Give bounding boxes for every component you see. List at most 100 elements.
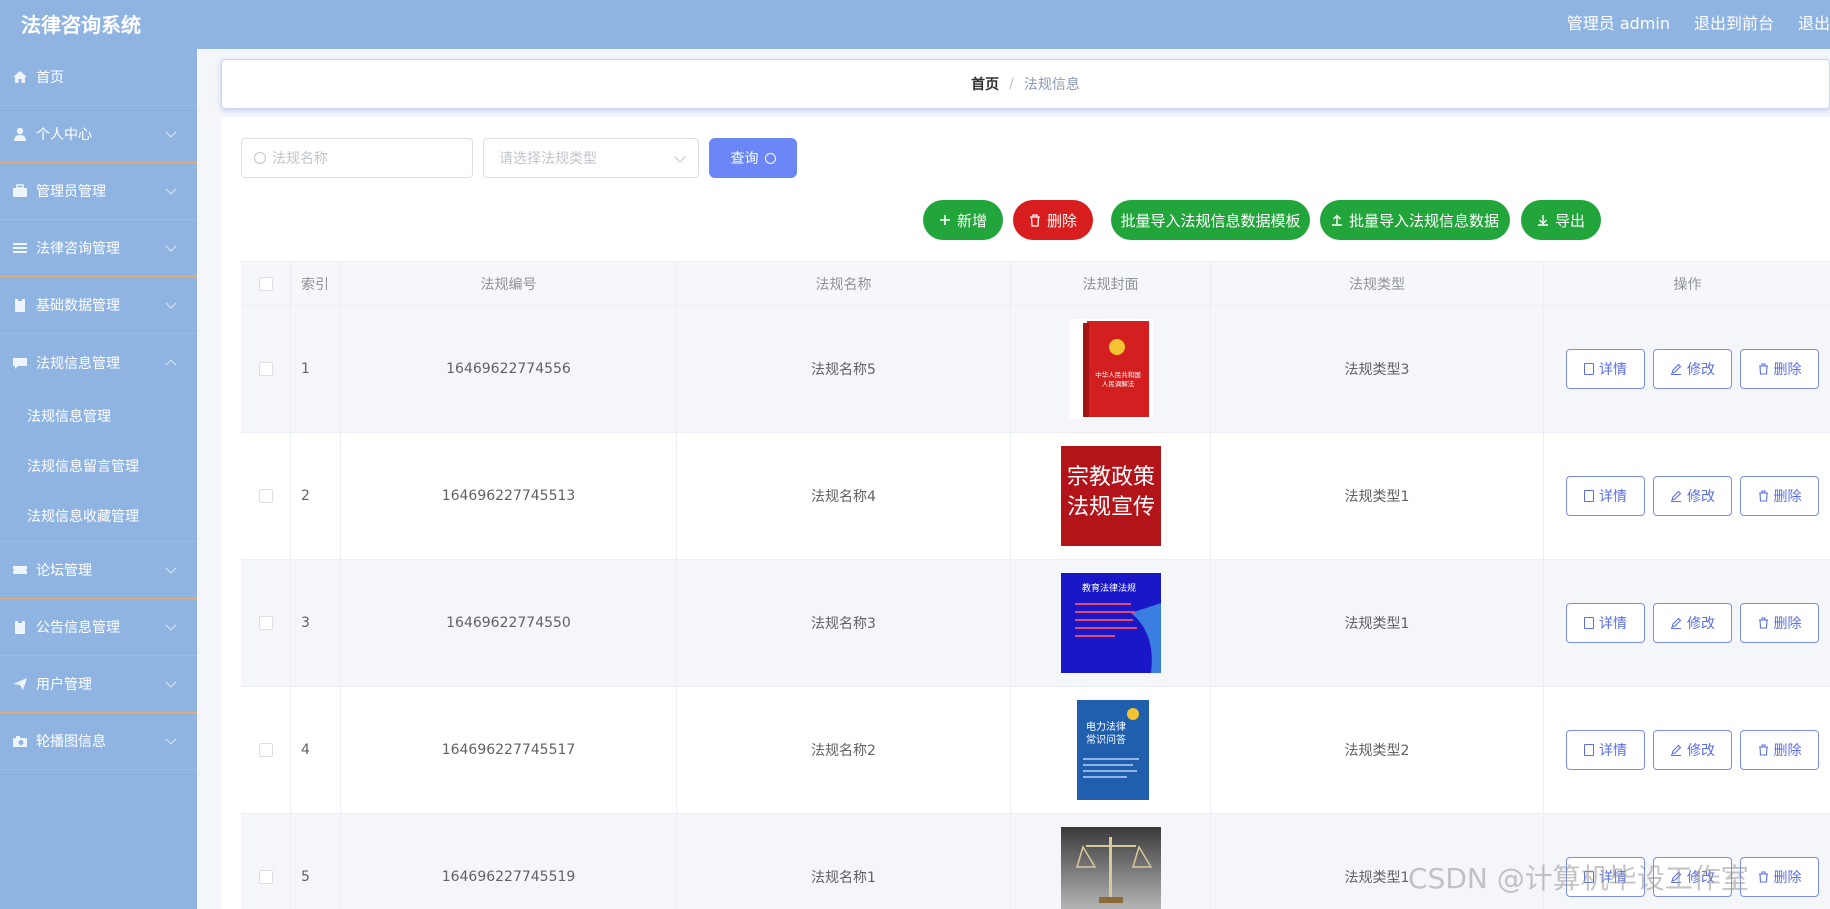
row-checkbox[interactable]: [258, 489, 273, 503]
cover-image[interactable]: 中华人民共和国 人民调解法: [1061, 319, 1161, 419]
edit-label: 修改: [1687, 743, 1715, 759]
sidebar-item-carousel[interactable]: 轮播图信息: [0, 713, 197, 770]
row-checkbox[interactable]: [258, 616, 273, 630]
sidebar-item-forum[interactable]: 论坛管理: [0, 542, 197, 599]
cover-line-1: 宗教政策: [1066, 465, 1154, 490]
import-data-button[interactable]: 批量导入法规信息数据: [1320, 200, 1510, 240]
select-placeholder: 请选择法规类型: [499, 151, 597, 167]
row-index: 1: [291, 306, 341, 432]
row-checkbox[interactable]: [258, 362, 273, 376]
delete-button[interactable]: 删除: [1013, 200, 1093, 240]
cover-title-top: 中华人民共和国: [1095, 370, 1141, 379]
sidebar-item-personal-center[interactable]: 个人中心: [0, 106, 197, 163]
sidebar-subitem-regulation-favorites[interactable]: 法规信息收藏管理: [0, 491, 197, 541]
header-select-all[interactable]: [241, 262, 291, 305]
query-button-label: 查询: [730, 151, 759, 167]
document-icon: [1584, 617, 1594, 629]
row-index: 2: [291, 433, 341, 559]
edit-button[interactable]: 修改: [1653, 476, 1732, 516]
chevron-down-icon: [165, 619, 177, 631]
select-all-checkbox[interactable]: [258, 276, 273, 291]
sidebar-item-home[interactable]: 首页: [0, 49, 197, 106]
row-checkbox[interactable]: [258, 870, 273, 884]
header-name: 法规名称: [677, 262, 1011, 305]
sidebar-item-regulations[interactable]: 法规信息管理: [0, 334, 197, 391]
sidebar-item-label: 公告信息管理: [36, 620, 120, 636]
regulation-name-search-input[interactable]: 法规名称: [241, 138, 473, 178]
search-icon: [764, 152, 776, 164]
top-right-links: 管理员 admin 退出到前台 退出: [1567, 10, 1830, 34]
edit-button[interactable]: 修改: [1653, 730, 1732, 770]
delete-label: 删除: [1773, 362, 1802, 378]
camera-icon: [13, 736, 27, 747]
detail-button[interactable]: 详情: [1566, 603, 1645, 643]
chevron-down-icon: [165, 183, 177, 195]
query-button[interactable]: 查询: [709, 138, 797, 178]
document-icon: [1584, 744, 1594, 756]
cover-image[interactable]: 宗教政策 法规宣传: [1060, 446, 1161, 546]
detail-button[interactable]: 详情: [1566, 476, 1645, 516]
row-delete-button[interactable]: 删除: [1740, 730, 1819, 770]
briefcase-icon: [13, 184, 27, 197]
plus-icon: [939, 215, 950, 225]
cover-image[interactable]: 教育法律法规: [1060, 573, 1161, 673]
row-delete-button[interactable]: 删除: [1740, 476, 1819, 516]
detail-button[interactable]: 详情: [1566, 730, 1645, 770]
row-delete-button[interactable]: 删除: [1740, 857, 1819, 897]
row-delete-button[interactable]: 删除: [1740, 349, 1819, 389]
trash-icon: [1029, 213, 1040, 227]
export-button[interactable]: 导出: [1521, 200, 1601, 240]
sidebar-item-label: 个人中心: [36, 127, 92, 143]
red-book-cover-image: 中华人民共和国 人民调解法: [1068, 319, 1153, 419]
detail-button[interactable]: 详情: [1566, 349, 1645, 389]
add-button[interactable]: 新增: [923, 200, 1003, 240]
header-code: 法规编号: [341, 262, 677, 305]
regulation-type-select[interactable]: 请选择法规类型: [483, 138, 699, 178]
sidebar-item-legal-consult[interactable]: 法律咨询管理: [0, 220, 197, 277]
logout-link[interactable]: 退出: [1798, 10, 1830, 34]
import-data-label: 批量导入法规信息数据: [1348, 211, 1499, 230]
sidebar-item-users[interactable]: 用户管理: [0, 656, 197, 713]
chevron-down-icon: [674, 151, 686, 163]
row-ops: 详情 修改 删除: [1544, 560, 1830, 686]
row-index: 5: [291, 814, 341, 909]
edit-button[interactable]: 修改: [1653, 349, 1732, 389]
chat-icon: [13, 357, 27, 369]
trash-icon: [1758, 744, 1768, 756]
breadcrumb-home[interactable]: 首页: [971, 74, 999, 94]
sidebar-subitem-regulation-info[interactable]: 法规信息管理: [0, 391, 197, 441]
sidebar-item-announcements[interactable]: 公告信息管理: [0, 599, 197, 656]
top-bar: 法律咨询系统 管理员 admin 退出到前台 退出: [0, 0, 1830, 49]
to-front-link[interactable]: 退出到前台: [1694, 10, 1774, 34]
row-delete-button[interactable]: 删除: [1740, 603, 1819, 643]
csdn-watermark: CSDN @计算机毕设工作室: [1408, 862, 1749, 895]
list-icon: [13, 243, 27, 253]
trash-icon: [1758, 490, 1768, 502]
regulations-submenu: 法规信息管理 法规信息留言管理 法规信息收藏管理: [0, 391, 197, 542]
row-checkbox[interactable]: [258, 743, 273, 757]
table-row: 4 164696227745517 法规名称2 电力法律 常识问答 法规类型2 …: [241, 687, 1830, 814]
edit-icon: [1671, 363, 1682, 375]
cover-image[interactable]: [1060, 827, 1161, 909]
import-template-button[interactable]: 批量导入法规信息数据模板: [1111, 200, 1310, 240]
edit-button[interactable]: 修改: [1653, 603, 1732, 643]
delete-label: 删除: [1773, 743, 1802, 759]
edit-label: 修改: [1687, 362, 1715, 378]
sidebar-item-base-data[interactable]: 基础数据管理: [0, 277, 197, 334]
import-template-label: 批量导入法规信息数据模板: [1120, 211, 1301, 230]
header-ops: 操作: [1673, 276, 1702, 293]
trash-icon: [1758, 871, 1768, 883]
cover-image[interactable]: 电力法律 常识问答: [1060, 700, 1161, 800]
sidebar-item-admin-management[interactable]: 管理员管理: [0, 163, 197, 220]
sidebar: 首页 个人中心 管理员管理 法律咨询管理 基础数据管理 法规信息管理 法规信息管…: [0, 49, 197, 909]
row-checkbox-cell: [241, 433, 291, 559]
table-row: 3 16469622774550 法规名称3 教育法律法规 法规类型1 详情 修…: [241, 560, 1830, 687]
cover-title-bottom: 人民调解法: [1101, 379, 1134, 388]
edit-icon: [1671, 490, 1682, 502]
breadcrumb: 首页 / 法规信息: [221, 59, 1830, 109]
row-cover-cell: 中华人民共和国 人民调解法: [1011, 306, 1211, 432]
row-code: 164696227745513: [341, 433, 677, 559]
sidebar-subitem-regulation-comments[interactable]: 法规信息留言管理: [0, 441, 197, 491]
sidebar-item-label: 法规信息管理: [36, 355, 120, 372]
delete-label: 删除: [1773, 870, 1802, 886]
